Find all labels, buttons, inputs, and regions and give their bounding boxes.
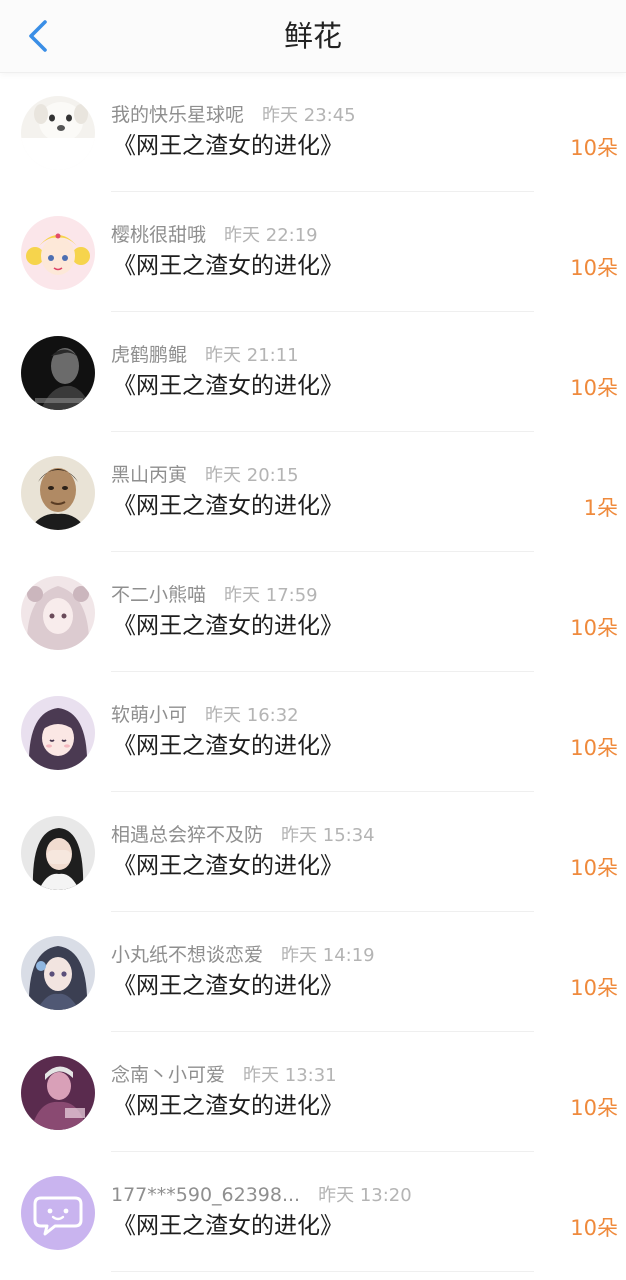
send-time: 昨天 17:59 bbox=[224, 585, 318, 606]
book-title: 《网王之渣女的进化》 bbox=[113, 1093, 343, 1119]
book-title: 《网王之渣女的进化》 bbox=[113, 853, 343, 879]
sender-name: 不二小熊喵 bbox=[111, 584, 207, 606]
flower-amount: 1朵 bbox=[583, 496, 618, 520]
avatar[interactable] bbox=[21, 816, 95, 890]
list-item[interactable]: 小丸纸不想谈恋爱 昨天 14:19 《网王之渣女的进化》 10朵 bbox=[0, 912, 626, 1032]
sender-info: 177***590_62398... 昨天 13:20 bbox=[111, 1182, 412, 1208]
book-title: 《网王之渣女的进化》 bbox=[113, 613, 343, 639]
avatar[interactable] bbox=[21, 696, 95, 770]
sender-name: 黑山丙寅 bbox=[111, 464, 188, 486]
page-title: 鲜花 bbox=[283, 19, 342, 53]
chat-bubble-icon bbox=[21, 1176, 95, 1250]
book-title: 《网王之渣女的进化》 bbox=[113, 253, 343, 279]
list-item[interactable]: 虎鹤鹏鲲 昨天 21:11 《网王之渣女的进化》 10朵 bbox=[0, 312, 626, 432]
sender-info: 相遇总会猝不及防 昨天 15:34 bbox=[111, 822, 375, 848]
sender-name: 小丸纸不想谈恋爱 bbox=[111, 944, 264, 966]
flower-amount: 10朵 bbox=[570, 976, 618, 1000]
avatar[interactable] bbox=[21, 1176, 95, 1250]
book-title: 《网王之渣女的进化》 bbox=[113, 493, 343, 519]
flower-amount: 10朵 bbox=[570, 256, 618, 280]
flower-amount: 10朵 bbox=[570, 136, 618, 160]
sender-name: 相遇总会猝不及防 bbox=[111, 824, 264, 846]
send-time: 昨天 13:31 bbox=[243, 1065, 337, 1086]
sender-info: 我的快乐星球呢 昨天 23:45 bbox=[111, 102, 356, 128]
send-time: 昨天 22:19 bbox=[224, 225, 318, 246]
sender-name: 我的快乐星球呢 bbox=[111, 104, 245, 126]
avatar[interactable] bbox=[21, 96, 95, 170]
list-item[interactable]: 樱桃很甜哦 昨天 22:19 《网王之渣女的进化》 10朵 bbox=[0, 192, 626, 312]
book-title: 《网王之渣女的进化》 bbox=[113, 373, 343, 399]
sender-name: 樱桃很甜哦 bbox=[111, 224, 207, 246]
list-item[interactable]: 我的快乐星球呢 昨天 23:45 《网王之渣女的进化》 10朵 bbox=[0, 72, 626, 192]
avatar[interactable] bbox=[21, 456, 95, 530]
flower-record-list: 我的快乐星球呢 昨天 23:45 《网王之渣女的进化》 10朵 樱桃很甜哦 昨天… bbox=[0, 72, 626, 1272]
avatar[interactable] bbox=[21, 576, 95, 650]
divider bbox=[111, 1271, 534, 1272]
book-title: 《网王之渣女的进化》 bbox=[113, 973, 343, 999]
nav-bar: 鲜花 bbox=[0, 0, 626, 73]
flower-amount: 10朵 bbox=[570, 616, 618, 640]
flower-amount: 10朵 bbox=[570, 1096, 618, 1120]
avatar[interactable] bbox=[21, 336, 95, 410]
sender-name: 软萌小可 bbox=[111, 704, 188, 726]
send-time: 昨天 20:15 bbox=[205, 465, 299, 486]
list-item[interactable]: 相遇总会猝不及防 昨天 15:34 《网王之渣女的进化》 10朵 bbox=[0, 792, 626, 912]
sender-info: 软萌小可 昨天 16:32 bbox=[111, 702, 299, 728]
list-item[interactable]: 念南丶小可爱 昨天 13:31 《网王之渣女的进化》 10朵 bbox=[0, 1032, 626, 1152]
sender-info: 樱桃很甜哦 昨天 22:19 bbox=[111, 222, 318, 248]
flower-amount: 10朵 bbox=[570, 376, 618, 400]
book-title: 《网王之渣女的进化》 bbox=[113, 733, 343, 759]
flower-amount: 10朵 bbox=[570, 736, 618, 760]
sender-info: 黑山丙寅 昨天 20:15 bbox=[111, 462, 299, 488]
send-time: 昨天 14:19 bbox=[281, 945, 375, 966]
list-item[interactable]: 177***590_62398... 昨天 13:20 《网王之渣女的进化》 10… bbox=[0, 1152, 626, 1272]
list-item[interactable]: 不二小熊喵 昨天 17:59 《网王之渣女的进化》 10朵 bbox=[0, 552, 626, 672]
send-time: 昨天 23:45 bbox=[262, 105, 356, 126]
avatar[interactable] bbox=[21, 1056, 95, 1130]
avatar[interactable] bbox=[21, 216, 95, 290]
flower-amount: 10朵 bbox=[570, 856, 618, 880]
list-item[interactable]: 黑山丙寅 昨天 20:15 《网王之渣女的进化》 1朵 bbox=[0, 432, 626, 552]
book-title: 《网王之渣女的进化》 bbox=[113, 1213, 343, 1239]
sender-info: 念南丶小可爱 昨天 13:31 bbox=[111, 1062, 337, 1088]
sender-name: 虎鹤鹏鲲 bbox=[111, 344, 188, 366]
send-time: 昨天 13:20 bbox=[318, 1185, 412, 1206]
avatar[interactable] bbox=[21, 936, 95, 1010]
book-title: 《网王之渣女的进化》 bbox=[113, 133, 343, 159]
sender-name: 177***590_62398... bbox=[111, 1184, 301, 1206]
send-time: 昨天 15:34 bbox=[281, 825, 375, 846]
flower-gift-page: 鲜花 我的快乐星球呢 昨天 23:45 《网王之渣女的进化》 10朵 樱桃很甜哦… bbox=[0, 0, 626, 1280]
sender-info: 小丸纸不想谈恋爱 昨天 14:19 bbox=[111, 942, 375, 968]
send-time: 昨天 16:32 bbox=[205, 705, 299, 726]
flower-amount: 10朵 bbox=[570, 1216, 618, 1240]
sender-info: 不二小熊喵 昨天 17:59 bbox=[111, 582, 318, 608]
sender-name: 念南丶小可爱 bbox=[111, 1064, 226, 1086]
list-item[interactable]: 软萌小可 昨天 16:32 《网王之渣女的进化》 10朵 bbox=[0, 672, 626, 792]
send-time: 昨天 21:11 bbox=[205, 345, 299, 366]
sender-info: 虎鹤鹏鲲 昨天 21:11 bbox=[111, 342, 299, 368]
